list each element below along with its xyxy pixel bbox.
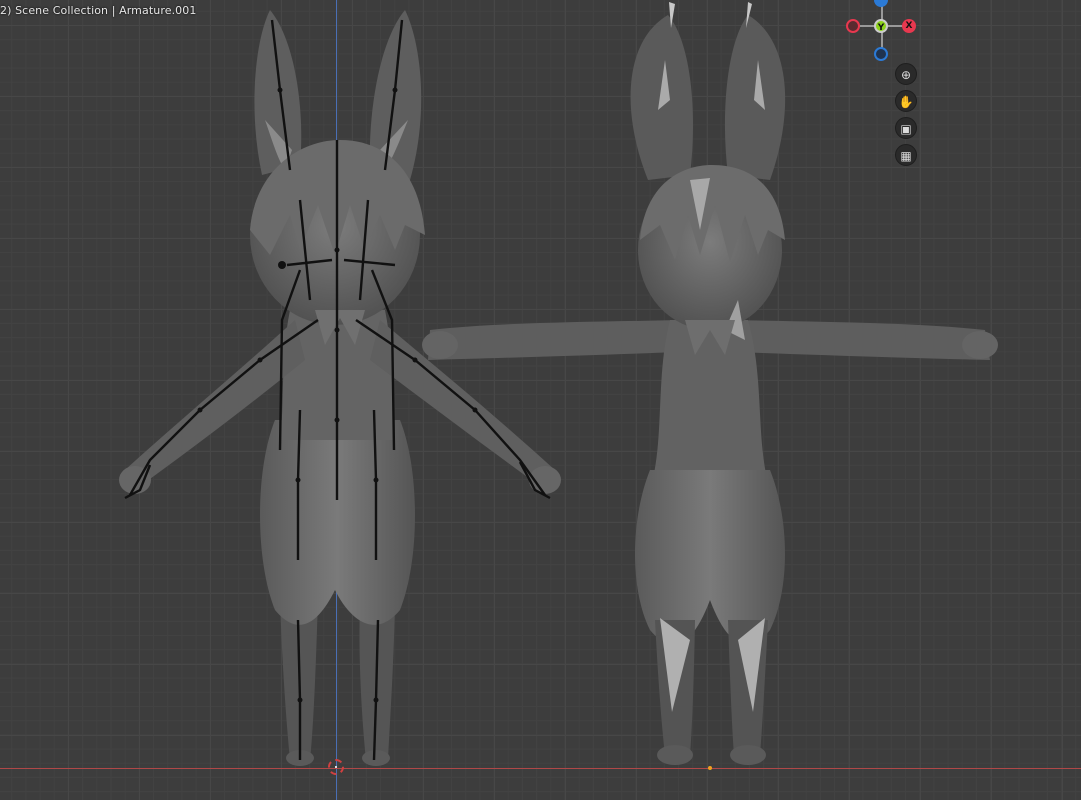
armature-bones[interactable]: [124, 19, 551, 761]
gizmo-neg-z-ball[interactable]: [874, 47, 888, 61]
gizmo-z-ball[interactable]: [874, 0, 888, 7]
left-character-mesh[interactable]: [119, 10, 561, 766]
scene-models: [119, 2, 998, 766]
gizmo-x-ball[interactable]: X: [902, 19, 916, 33]
3d-cursor[interactable]: [328, 759, 344, 775]
right-character-mesh[interactable]: [422, 2, 998, 765]
grid-toggle-icon[interactable]: ▦: [895, 144, 917, 166]
3d-viewport[interactable]: 2) Scene Collection | Armature.001 X Y ⊕…: [0, 0, 1081, 800]
pan-hand-icon[interactable]: ✋: [895, 90, 917, 112]
object-origin-dot[interactable]: [708, 766, 712, 770]
gizmo-neg-x-ball[interactable]: [846, 19, 860, 33]
viewport-header-text: 2) Scene Collection | Armature.001: [0, 4, 197, 17]
camera-icon[interactable]: ▣: [895, 117, 917, 139]
gizmo-y-ball[interactable]: Y: [874, 19, 888, 33]
navigation-gizmo[interactable]: X Y: [840, 0, 924, 64]
zoom-icon[interactable]: ⊕: [895, 63, 917, 85]
